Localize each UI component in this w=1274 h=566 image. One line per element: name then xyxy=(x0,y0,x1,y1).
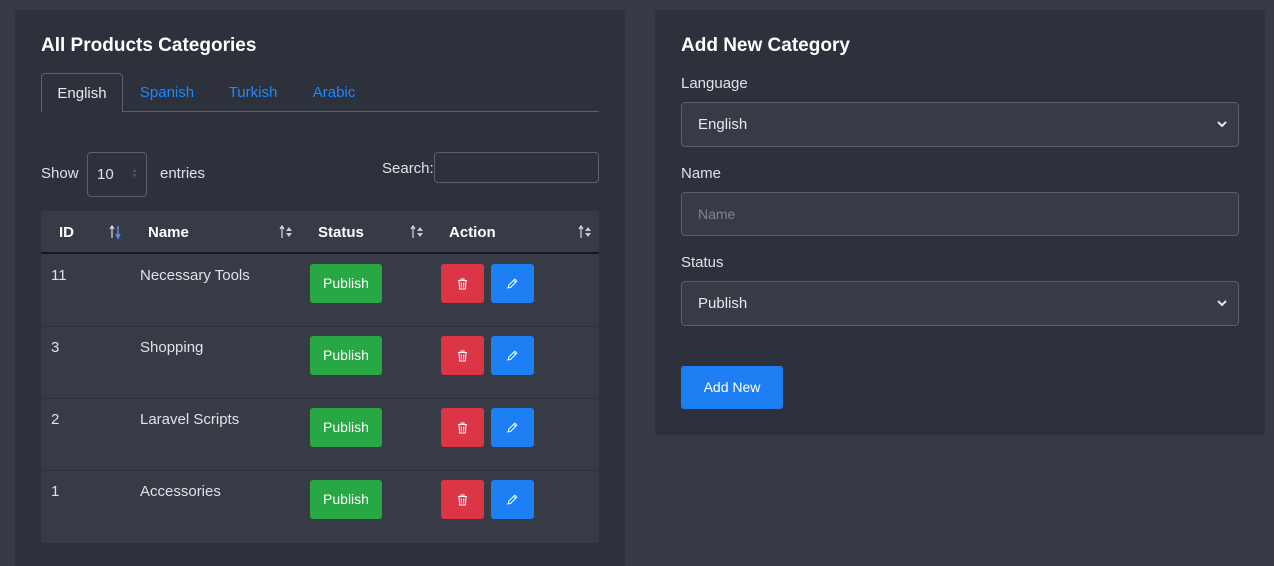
table-row: 11 Necessary Tools Publish xyxy=(41,255,599,327)
entries-label: entries xyxy=(160,165,206,182)
pencil-icon xyxy=(507,350,518,361)
add-new-button[interactable]: Add New xyxy=(681,366,783,409)
sort-icon[interactable] xyxy=(278,224,294,241)
publish-button[interactable]: Publish xyxy=(310,480,382,519)
tab-english[interactable]: English xyxy=(41,73,123,113)
card-title: Add New Category xyxy=(681,35,850,56)
row-id: 3 xyxy=(51,339,60,356)
card-title: All Products Categories xyxy=(41,35,257,56)
entries-select[interactable]: 10 ▲ ▼ xyxy=(87,152,147,197)
language-value: English xyxy=(698,116,748,133)
row-name: Accessories xyxy=(140,483,221,500)
row-id: 1 xyxy=(51,483,60,500)
column-header-id[interactable]: ID xyxy=(59,211,74,254)
sort-icon[interactable] xyxy=(409,224,425,241)
status-select[interactable]: Publish xyxy=(681,281,1239,326)
language-label: Language xyxy=(681,75,748,92)
delete-button[interactable] xyxy=(441,408,484,447)
column-header-action[interactable]: Action xyxy=(449,211,496,254)
publish-button[interactable]: Publish xyxy=(310,408,382,447)
edit-button[interactable] xyxy=(491,264,534,303)
row-name: Laravel Scripts xyxy=(140,411,240,428)
language-select[interactable]: English xyxy=(681,102,1239,147)
chevron-down-icon xyxy=(1217,300,1227,307)
categories-card: All Products Categories English Spanish … xyxy=(15,10,625,566)
chevron-down-icon xyxy=(1217,121,1227,128)
sort-icon[interactable] xyxy=(577,224,593,241)
row-id: 2 xyxy=(51,411,60,428)
search-label: Search: xyxy=(382,160,434,177)
tab-spanish[interactable]: Spanish xyxy=(129,73,205,112)
edit-button[interactable] xyxy=(491,336,534,375)
edit-button[interactable] xyxy=(491,480,534,519)
name-label: Name xyxy=(681,165,722,182)
table-row: 1 Accessories Publish xyxy=(41,471,599,543)
language-tabs: English Spanish Turkish Arabic xyxy=(41,73,599,113)
publish-button[interactable]: Publish xyxy=(310,336,382,375)
table-row: 2 Laravel Scripts Publish xyxy=(41,399,599,471)
tab-turkish[interactable]: Turkish xyxy=(215,73,291,112)
show-label: Show xyxy=(41,165,79,182)
pencil-icon xyxy=(507,494,518,505)
search-input[interactable] xyxy=(434,152,599,183)
pencil-icon xyxy=(507,422,518,433)
trash-icon xyxy=(458,350,467,362)
name-placeholder: Name xyxy=(698,206,736,222)
status-value: Publish xyxy=(698,295,748,312)
table-row: 3 Shopping Publish xyxy=(41,327,599,399)
add-category-card: Add New Category Language English Name N… xyxy=(655,10,1265,435)
column-header-name[interactable]: Name xyxy=(148,211,189,254)
spinner-icon: ▲ ▼ xyxy=(131,167,138,180)
delete-button[interactable] xyxy=(441,264,484,303)
trash-icon xyxy=(458,278,467,290)
row-name: Shopping xyxy=(140,339,204,356)
delete-button[interactable] xyxy=(441,480,484,519)
trash-icon xyxy=(458,422,467,434)
categories-table: ID Name Status Action 11 Necessary Tools… xyxy=(41,211,599,543)
row-name: Necessary Tools xyxy=(140,267,250,284)
tab-arabic[interactable]: Arabic xyxy=(301,73,367,112)
row-id: 11 xyxy=(51,267,67,284)
name-input[interactable]: Name xyxy=(681,192,1239,236)
entries-value: 10 xyxy=(97,166,114,183)
sort-desc-icon[interactable] xyxy=(108,224,124,241)
trash-icon xyxy=(458,494,467,506)
delete-button[interactable] xyxy=(441,336,484,375)
pencil-icon xyxy=(507,278,518,289)
status-label: Status xyxy=(681,254,724,271)
column-header-status[interactable]: Status xyxy=(318,211,364,254)
publish-button[interactable]: Publish xyxy=(310,264,382,303)
edit-button[interactable] xyxy=(491,408,534,447)
table-header: ID Name Status Action xyxy=(41,211,599,254)
